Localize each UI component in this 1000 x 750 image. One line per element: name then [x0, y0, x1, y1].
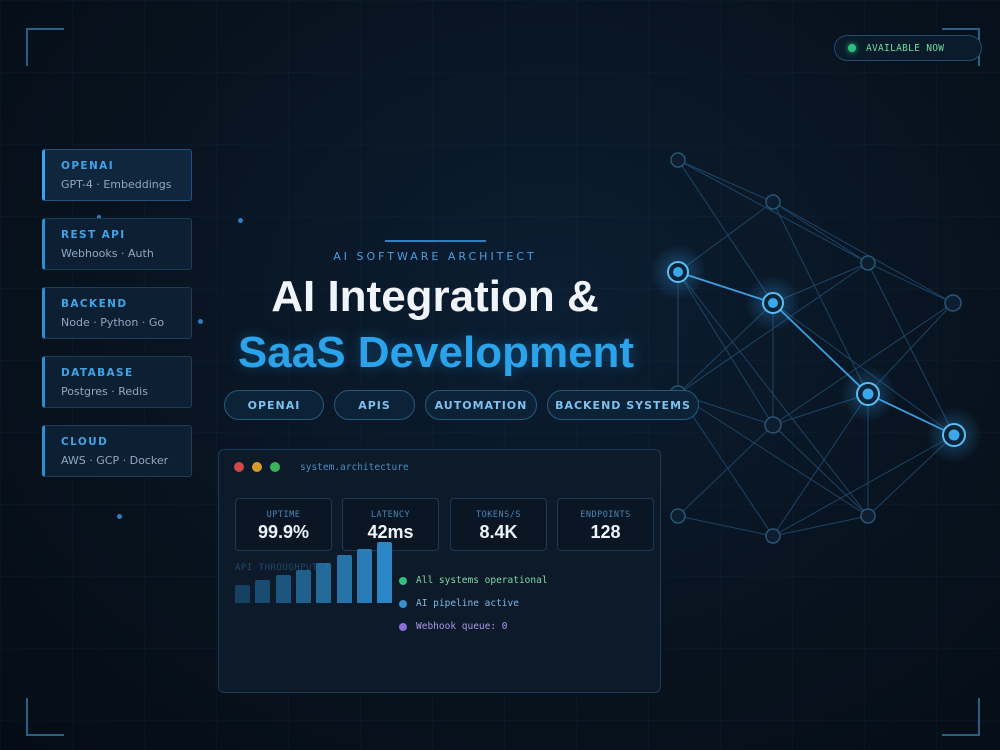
hero-accent-line: [385, 240, 486, 242]
decor-dot: [238, 218, 243, 223]
throughput-bar: [377, 542, 393, 603]
minimize-dot-icon[interactable]: [252, 462, 262, 472]
sidebar-item-detail: AWS · GCP · Docker: [61, 454, 169, 467]
hero-title-line2: SaaS Development: [237, 328, 635, 377]
status-dot-icon: [399, 622, 407, 631]
corner-bracket-top-left: [26, 28, 64, 66]
stat-value: 8.4K: [479, 522, 518, 542]
system-architecture-panel: system.architecture UPTIME 99.9% LATENCY…: [218, 449, 661, 693]
status-dot-icon: [399, 576, 407, 585]
stat-card-tokens: TOKENS/S 8.4K: [450, 498, 547, 551]
decor-dot: [117, 514, 122, 519]
stat-label: TOKENS/S: [476, 510, 521, 520]
status-dot-icon: [848, 44, 856, 52]
corner-bracket-bottom-left: [26, 698, 64, 736]
status-text: AI pipeline active: [416, 598, 519, 609]
status-text: Webhook queue: 0: [416, 621, 508, 632]
sidebar-item-cloud[interactable]: CLOUD AWS · GCP · Docker: [42, 425, 192, 477]
hero-eyebrow: AI SOFTWARE ARCHITECT: [333, 250, 537, 263]
stat-label: LATENCY: [370, 510, 411, 520]
stat-label: ENDPOINTS: [580, 510, 631, 520]
throughput-bar: [295, 570, 311, 603]
stat-value: 99.9%: [257, 522, 310, 542]
status-text: All systems operational: [416, 575, 548, 586]
throughput-bar: [235, 585, 250, 603]
stat-label: UPTIME: [266, 510, 301, 520]
sidebar-item-title: CLOUD: [61, 436, 109, 448]
stat-value: 42ms: [367, 522, 414, 542]
close-dot-icon[interactable]: [234, 462, 244, 472]
sidebar-item-detail: GPT-4 · Embeddings: [61, 178, 172, 191]
stat-card-endpoints: ENDPOINTS 128: [557, 498, 654, 551]
chip-openai[interactable]: OPENAI: [224, 390, 324, 420]
stat-card-uptime: UPTIME 99.9%: [235, 498, 332, 551]
sidebar-item-openai[interactable]: OPENAI GPT-4 · Embeddings: [42, 149, 192, 201]
throughput-bar: [255, 580, 271, 603]
maximize-dot-icon[interactable]: [270, 462, 280, 472]
corner-bracket-bottom-right: [942, 698, 980, 736]
sidebar-item-detail: Postgres · Redis: [61, 385, 148, 398]
status-line-webhook: Webhook queue: 0: [399, 621, 508, 632]
sidebar-item-title: REST API: [61, 229, 126, 241]
chip-apis[interactable]: APIS: [334, 390, 415, 420]
status-line-operational: All systems operational: [399, 575, 548, 586]
status-dot-icon: [399, 599, 407, 608]
hero-title-line1: AI Integration &: [271, 272, 599, 321]
throughput-bar: [356, 549, 372, 603]
throughput-bar: [316, 563, 332, 603]
chip-backend-systems[interactable]: BACKEND SYSTEMS: [547, 390, 699, 420]
panel-window-title: system.architecture: [300, 462, 409, 473]
sidebar-item-title: OPENAI: [61, 160, 115, 172]
skill-chips: OPENAI APIS AUTOMATION BACKEND SYSTEMS: [224, 390, 709, 420]
availability-badge: AVAILABLE NOW: [834, 35, 982, 61]
chip-automation[interactable]: AUTOMATION: [425, 390, 537, 420]
throughput-bar: [275, 575, 291, 603]
throughput-bar: [336, 555, 352, 603]
status-line-pipeline: AI pipeline active: [399, 598, 519, 609]
availability-label: AVAILABLE NOW: [866, 42, 945, 54]
stat-value: 128: [590, 522, 621, 542]
